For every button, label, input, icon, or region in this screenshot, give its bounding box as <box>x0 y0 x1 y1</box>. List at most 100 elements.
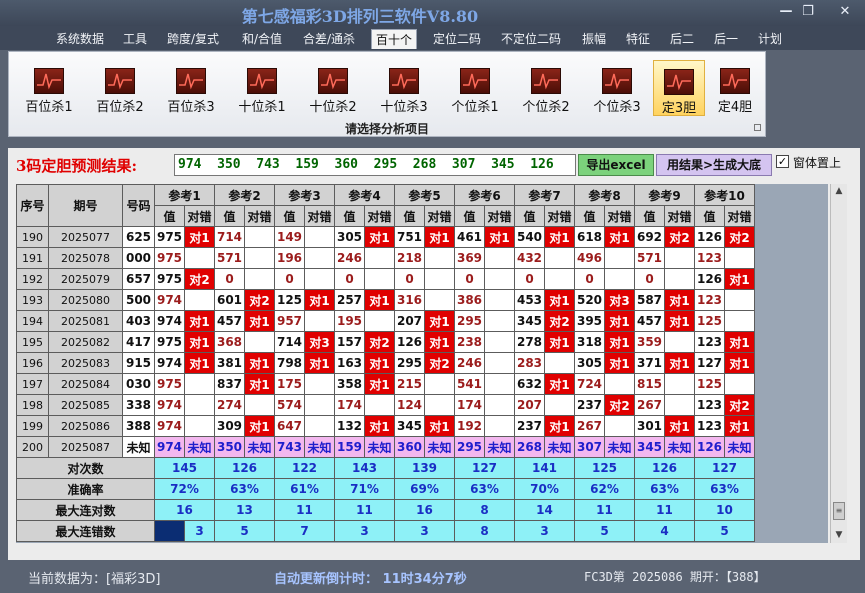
cell-result: 对1 <box>244 310 275 332</box>
scroll-down-icon[interactable]: ▼ <box>832 528 846 542</box>
cell-value: 618 <box>574 226 605 248</box>
cell-result <box>304 373 335 395</box>
stats-row: 最大连错数 3 5 7 3 3 8 3 5 4 5 <box>16 520 755 542</box>
header-value: 值 <box>154 205 185 227</box>
ribbon-button-shi-sha-2[interactable]: 十位杀2 <box>299 60 367 116</box>
menu-jihua[interactable]: 计划 <box>754 29 786 49</box>
table-row[interactable]: 195 2025082 417 975 对1 368 714 对3 157 对2 126 对1 238 2… <box>16 331 755 353</box>
ribbon-button-shi-sha-1[interactable]: 十位杀1 <box>228 60 296 116</box>
cell-result: 对1 <box>544 226 575 248</box>
ribbon-button-ding-4-dan[interactable]: 定4胆 <box>709 60 761 116</box>
cell-result: 对1 <box>424 415 455 437</box>
menu-bai-shi-ge[interactable]: 百十个 <box>371 29 418 49</box>
cell-result <box>484 331 515 353</box>
vertical-scrollbar[interactable]: ▲ ≡ ▼ <box>830 184 847 543</box>
cell-value: 574 <box>274 394 305 416</box>
prediction-result-field[interactable]: 974 350 743 159 360 295 268 307 345 126 <box>174 154 576 176</box>
row-number: 388 <box>122 415 155 437</box>
ribbon-expand-icon[interactable] <box>754 124 761 131</box>
stats-marker <box>154 520 185 542</box>
countdown-status: 自动更新倒计时： 11时34分7秒 <box>274 572 467 587</box>
menu-system-data[interactable]: 系统数据 <box>52 29 108 49</box>
ribbon-button-bai-sha-1[interactable]: 百位杀1 <box>15 60 83 116</box>
ribbon-button-label: 十位杀3 <box>380 100 428 115</box>
row-seq: 194 <box>16 310 49 332</box>
cell-result: 对1 <box>244 352 275 374</box>
ribbon-button-label: 百位杀3 <box>167 100 215 115</box>
menu-tezheng[interactable]: 特征 <box>622 29 654 49</box>
cell-result <box>244 247 275 269</box>
menu-dingwei-ermа[interactable]: 定位二码 <box>429 29 485 49</box>
ribbon-button-bai-sha-3[interactable]: 百位杀3 <box>157 60 225 116</box>
table-row[interactable]: 190 2025077 625 975 对1 714 149 305 对1 751 对1 461 对1 5… <box>16 226 755 248</box>
menu-hecha[interactable]: 合差/通杀 <box>299 29 359 49</box>
stats-row: 对次数 145 126 122 143 139 127 141 125 126 127 <box>16 457 755 479</box>
ribbon-button-bai-sha-2[interactable]: 百位杀2 <box>86 60 154 116</box>
table-row[interactable]: 198 2025085 338 974 274 574 174 124 174 207 237 对2 2… <box>16 394 755 416</box>
header-period: 期号 <box>48 184 123 227</box>
cell-value: 571 <box>214 247 245 269</box>
stats-value: 5 <box>214 520 275 542</box>
close-icon[interactable]: ✕ <box>835 4 855 19</box>
ribbon-button-ding-3-dan[interactable]: 定3胆 <box>653 60 705 116</box>
table-row[interactable]: 199 2025086 388 974 309 对1 647 132 对1 345 对1 192 237… <box>16 415 755 437</box>
ribbon-button-label: 十位杀2 <box>309 100 357 115</box>
menu-tools[interactable]: 工具 <box>119 29 151 49</box>
cell-result: 对1 <box>364 226 395 248</box>
cell-result: 对1 <box>484 226 515 248</box>
cell-result <box>184 289 215 311</box>
cell-result <box>724 373 755 395</box>
table-row[interactable]: 192 2025079 657 975 对2 0 0 0 0 0 0 0 0 126 对1 <box>16 268 755 290</box>
menu-budingwei[interactable]: 不定位二码 <box>497 29 565 49</box>
cell-value: 278 <box>514 331 545 353</box>
maximize-icon[interactable]: ❐ <box>798 4 818 19</box>
stats-value: 69% <box>394 478 455 500</box>
cell-result <box>184 247 215 269</box>
ribbon-button-ge-sha-3[interactable]: 个位杀3 <box>583 60 651 116</box>
table-row[interactable]: 197 2025084 030 975 837 对1 175 358 对1 215 541 632 对1… <box>16 373 755 395</box>
minimize-icon[interactable]: — <box>776 4 796 19</box>
menu-houyi[interactable]: 后一 <box>710 29 742 49</box>
export-excel-button[interactable]: 导出excel <box>578 154 654 176</box>
ribbon-button-label: 定4胆 <box>717 100 753 115</box>
cell-result <box>424 394 455 416</box>
scroll-thumb[interactable]: ≡ <box>833 502 845 520</box>
table-row[interactable]: 191 2025078 000 975 571 196 246 218 369 432 496 571… <box>16 247 755 269</box>
cell-result: 对1 <box>724 415 755 437</box>
row-period: 2025086 <box>48 415 123 437</box>
results-table: 序号 期号 号码 参考1 参考2 参考3 参考4 参考5 参考6 参考7 参考8 参考9 参考10 值对错… <box>16 184 755 542</box>
menu-zhenfu[interactable]: 振幅 <box>578 29 610 49</box>
ribbon-button-ge-sha-2[interactable]: 个位杀2 <box>512 60 580 116</box>
ribbon-button-ge-sha-1[interactable]: 个位杀1 <box>441 60 509 116</box>
cell-value: 974 <box>154 310 185 332</box>
scroll-up-icon[interactable]: ▲ <box>832 184 846 198</box>
stats-value: 7 <box>274 520 335 542</box>
stats-value: 139 <box>394 457 455 479</box>
table-row[interactable]: 200 2025087 未知 974 未知 350 未知 743 未知 159 未知 360 未知 295… <box>16 436 755 458</box>
table-row[interactable]: 194 2025081 403 974 对1 457 对1 957 195 207 对1 295 345… <box>16 310 755 332</box>
pin-window-checkbox[interactable]: ✓ <box>776 155 789 168</box>
menu-span[interactable]: 跨度/复式 <box>163 29 223 49</box>
table-row[interactable]: 193 2025080 500 974 601 对2 125 对1 257 对1 316 386 453… <box>16 289 755 311</box>
chart-icon <box>720 68 750 94</box>
cell-result: 未知 <box>184 436 215 458</box>
cell-result: 对1 <box>184 310 215 332</box>
cell-result <box>604 247 635 269</box>
row-number: 657 <box>122 268 155 290</box>
cell-value: 975 <box>154 331 185 353</box>
chart-icon <box>460 68 490 94</box>
menu-houer[interactable]: 后二 <box>666 29 698 49</box>
cell-value: 309 <box>214 415 245 437</box>
cell-value: 360 <box>394 436 425 458</box>
table-row[interactable]: 196 2025083 915 974 对1 381 对1 798 对1 163 对1 295 对2 24… <box>16 352 755 374</box>
cell-value: 461 <box>454 226 485 248</box>
cell-value: 207 <box>514 394 545 416</box>
ribbon-button-shi-sha-3[interactable]: 十位杀3 <box>370 60 438 116</box>
generate-base-button[interactable]: 用结果>生成大底 <box>656 154 772 176</box>
header-value: 值 <box>514 205 545 227</box>
cell-result <box>604 415 635 437</box>
stats-value: 4 <box>634 520 695 542</box>
menu-sum[interactable]: 和/合值 <box>238 29 286 49</box>
header-ref: 参考7 <box>514 184 575 206</box>
stats-value: 8 <box>454 520 515 542</box>
